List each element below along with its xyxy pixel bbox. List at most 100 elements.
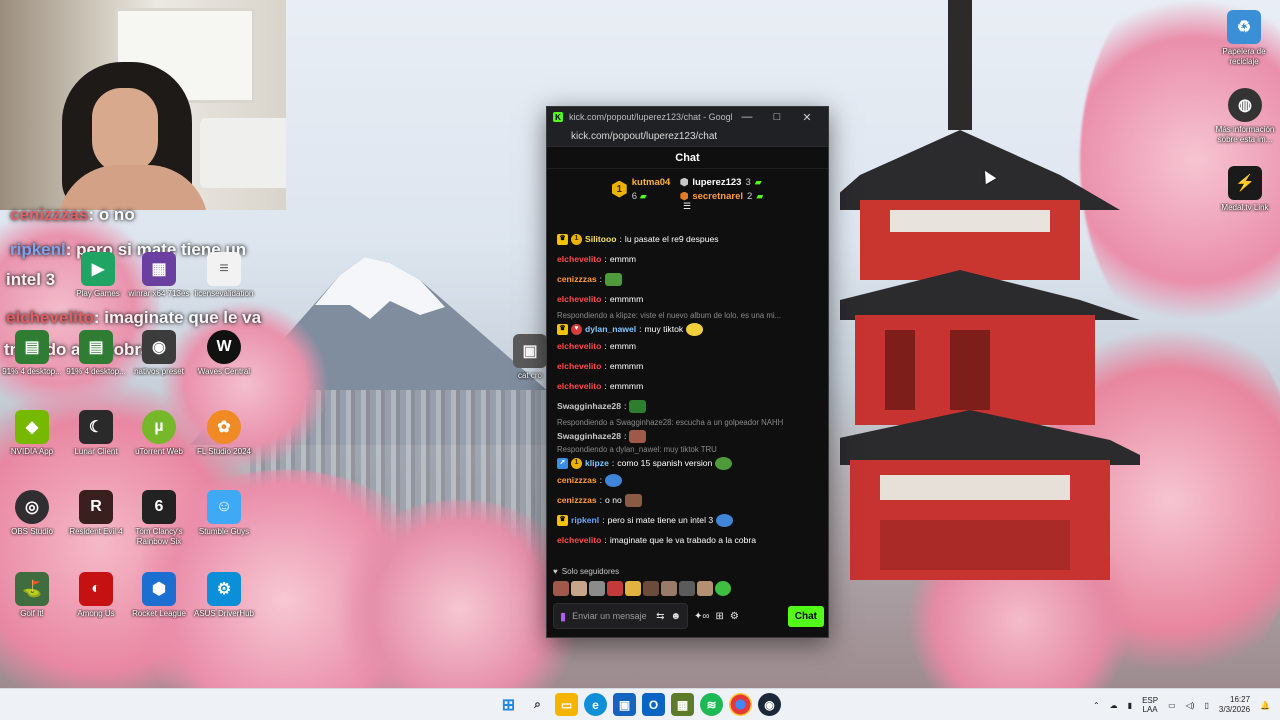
chat-message: cenizzzas: o no [557, 490, 820, 510]
desktop-icon-shortcut-2[interactable]: ▤ 91% 4 desktop... [60, 330, 132, 377]
cloud-icon[interactable]: ☁ [1110, 701, 1118, 710]
clock[interactable]: 16:27 3/3/2026 [1219, 695, 1250, 715]
desktop-icon-obs[interactable]: ◎ OBS Studio [0, 490, 68, 537]
desktop-icon-asus-driverhub[interactable]: ⚙ ASUS DriverHub [188, 572, 260, 619]
chat-message: elchevelito: emmmm [557, 294, 644, 304]
chat-messages[interactable]: ♛ 1 Silitooo: lu pasate el re9 despues e… [547, 229, 828, 554]
expand-icon[interactable]: ☰ [683, 201, 691, 212]
address-bar[interactable]: kick.com/popout/luperez123/chat [547, 127, 828, 147]
search-icon[interactable]: ⌕ [526, 693, 549, 716]
steam-icon[interactable]: ◉ [758, 693, 781, 716]
desktop-icon-medal[interactable]: ⚡ Medal.tv Link [1212, 166, 1278, 213]
rainbow-six-icon: 6 [142, 490, 176, 524]
network-icon[interactable]: ▭ [1168, 701, 1176, 710]
heart-icon: ♥ [553, 567, 558, 576]
leaderboard-top-count: 6 ▰ [631, 190, 647, 202]
emote-icon[interactable] [607, 581, 623, 596]
minimize-icon[interactable]: — [732, 111, 762, 123]
desktop-icon-nvidia[interactable]: ◆ NVIDIA App [0, 410, 68, 457]
kicks-icon[interactable]: ✦∞ [694, 611, 710, 622]
desktop-icon-licensevalidation[interactable]: ≡ licensevalidation [188, 252, 260, 299]
nvidia-icon: ◆ [15, 410, 49, 444]
asus-driverhub-icon: ⚙ [207, 572, 241, 606]
microphone-icon[interactable]: ▮ [560, 610, 566, 623]
emote-icon[interactable] [571, 581, 587, 596]
waves-icon: W [207, 330, 241, 364]
emote-icon[interactable] [625, 581, 641, 596]
arrow-badge-icon: ➚ [557, 457, 568, 469]
windows-icon[interactable]: ⊞ [497, 693, 520, 716]
outlook-icon[interactable]: O [642, 693, 665, 716]
desktop-icon-rainbow-six[interactable]: 6 Tom Clancy's Rainbow Six [123, 490, 195, 547]
chevron-up-icon[interactable]: ⌃ [1093, 701, 1100, 710]
emote-icon[interactable] [697, 581, 713, 596]
file-explorer-icon[interactable]: ▭ [555, 693, 578, 716]
bronze-badge-icon [680, 191, 689, 201]
taskbar: ⊞ ⌕ ▭ e ▣ O ▦ ≋ ◉ ⌃ ☁ ▮ ESP LAA ▭ ◁) ▯ 16… [0, 688, 1280, 720]
desktop-icon-shortcut-1[interactable]: ▤ 91% 4 desktop... [0, 330, 68, 377]
desktop-icon-spotlight-info[interactable]: ◍ Más información sobre esta im... [1212, 88, 1278, 145]
gift-icon[interactable]: ⊞ [716, 611, 724, 622]
desktop-icon-winrar[interactable]: ▦ winrar x64 713es [123, 252, 195, 299]
desktop-icon-fl-studio[interactable]: ✿ FL Studio 2024 [188, 410, 260, 457]
window-titlebar[interactable]: K kick.com/popout/luperez123/chat - Goog… [547, 107, 828, 127]
desktop-icon-utorrent[interactable]: µ uTorrent Web [123, 410, 195, 457]
emote-bar[interactable] [553, 581, 731, 596]
chat-message: ♛ 1 Silitooo: lu pasate el re9 despues [557, 229, 820, 249]
overlay-line: cenizzzas: o no [10, 205, 135, 224]
spotify-icon[interactable]: ≋ [700, 693, 723, 716]
close-icon[interactable]: ✕ [792, 111, 822, 124]
leaderboard-second[interactable]: luperez123 3 ▰ [680, 177, 763, 188]
desktop-icon-waves-central[interactable]: W Waves Central [188, 330, 260, 377]
url-text: kick.com/popout/luperez123/chat [571, 131, 718, 142]
rank-badge-icon: 1 [611, 180, 627, 198]
microphone-icon[interactable]: ▮ [1128, 701, 1132, 710]
store-icon[interactable]: ▣ [613, 693, 636, 716]
emote-icon [716, 513, 734, 527]
desktop-icon-nativos-preset[interactable]: ◉ nativos preset [123, 330, 195, 377]
leaderboard-top[interactable]: 1 kutma04 6 ▰ [611, 177, 670, 202]
overlay-line: elchevelito: imaginate que le va [6, 308, 262, 327]
medal-icon: ⚡ [1228, 166, 1262, 200]
emote-icon[interactable] [715, 581, 731, 596]
chrome-icon[interactable] [729, 693, 752, 716]
volume-icon[interactable]: ◁) [1186, 701, 1195, 710]
maximize-icon[interactable]: □ [762, 111, 792, 123]
kick-logo-icon: K [553, 112, 563, 122]
settings-icon[interactable]: ⚙ [730, 611, 739, 622]
gift-icon: ▰ [756, 190, 764, 201]
emoji-icon[interactable]: ☻ [670, 611, 681, 622]
translate-icon[interactable]: ⇆ [656, 611, 664, 622]
language-indicator[interactable]: ESP LAA [1142, 696, 1158, 714]
emote-icon[interactable] [661, 581, 677, 596]
desktop-icon-recycle-bin[interactable]: ♻ Papelera de reciclaje [1212, 10, 1276, 67]
desktop-icon-among-us[interactable]: ◐ Among Us [60, 572, 132, 619]
send-chat-button[interactable]: Chat [787, 605, 824, 627]
emote-icon[interactable] [589, 581, 605, 596]
desktop-icon-golf-it[interactable]: ⛳ Golf It! [0, 572, 68, 619]
reply-context: Respondiendo a klipze: viste el nuevo al… [557, 311, 782, 320]
leaderboard-third[interactable]: secretnarel 2 ▰ [680, 191, 763, 202]
chat-message: elchevelito: emmmm [557, 361, 644, 371]
among-us-icon: ◐ [79, 572, 113, 606]
camera-icon: ◍ [1228, 88, 1262, 122]
emote-icon [629, 399, 647, 413]
desktop-icon-resident-evil[interactable]: R Resident Evil 4 [60, 490, 132, 537]
notification-icon[interactable]: 🔔 [1260, 701, 1270, 710]
chat-message: elchevelito: emmm [557, 341, 637, 351]
minecraft-icon[interactable]: ▦ [671, 693, 694, 716]
emote-icon[interactable] [643, 581, 659, 596]
battery-icon[interactable]: ▯ [1204, 701, 1208, 710]
emote-icon[interactable] [679, 581, 695, 596]
message-input[interactable]: ▮ Enviar un mensaje ⇆ ☻ [553, 603, 688, 629]
chat-message: Swagginhaze28: [557, 396, 820, 416]
chat-reply-message: Respondiendo a klipze: viste el nuevo al… [557, 309, 820, 336]
desktop-icon-stumble-guys[interactable]: ☺ Stumble Guys [188, 490, 260, 537]
chat-popup-window[interactable]: K kick.com/popout/luperez123/chat - Goog… [546, 106, 829, 638]
emote-icon[interactable] [553, 581, 569, 596]
desktop-icon-rocket-league[interactable]: ⬢ Rocket League [123, 572, 195, 619]
desktop-icon-lunar-client[interactable]: ☾ Lunar Client [60, 410, 132, 457]
reply-context: Respondiendo a Swagginhaze28: escucha a … [557, 418, 784, 427]
preset-icon: ◉ [142, 330, 176, 364]
edge-icon[interactable]: e [584, 693, 607, 716]
